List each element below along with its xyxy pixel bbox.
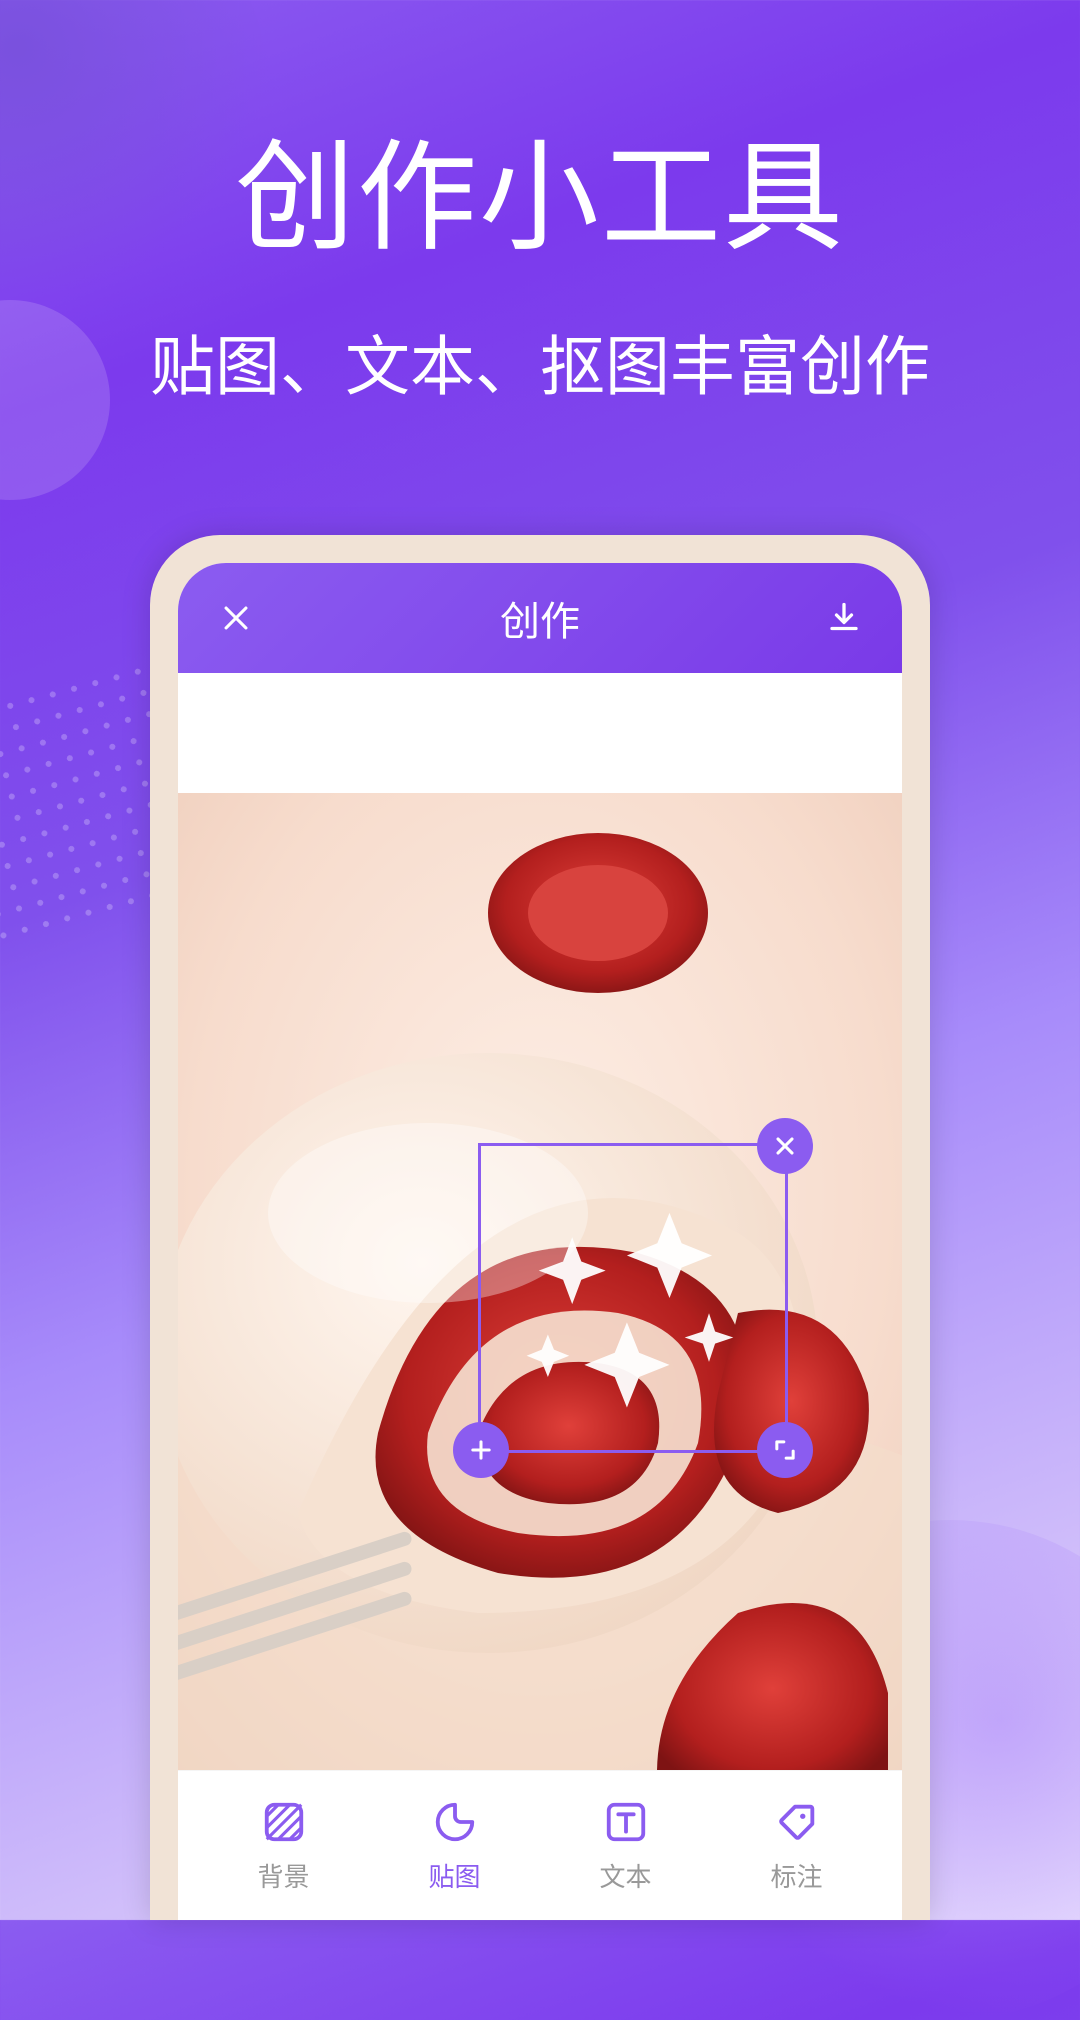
sticker-selection[interactable] <box>478 1143 788 1453</box>
marketing-header: 创作小工具 贴图、文本、抠图丰富创作 <box>0 100 1080 408</box>
selection-delete-handle[interactable] <box>757 1118 813 1174</box>
tool-label: 文本 <box>599 1857 651 1894</box>
tool-text[interactable]: 文本 <box>576 1797 676 1894</box>
tool-sticker[interactable]: 贴图 <box>405 1797 505 1894</box>
text-icon <box>601 1797 651 1847</box>
sticker-icon <box>430 1797 480 1847</box>
selection-resize-handle[interactable] <box>757 1422 813 1478</box>
status-spacer <box>178 673 902 793</box>
tool-label: 背景 <box>257 1857 309 1894</box>
download-icon <box>826 600 862 636</box>
tag-icon <box>772 1797 822 1847</box>
close-icon <box>771 1132 799 1160</box>
close-button[interactable] <box>214 596 258 640</box>
tool-annotate[interactable]: 标注 <box>747 1797 847 1894</box>
pattern-icon <box>259 1797 309 1847</box>
tool-background[interactable]: 背景 <box>234 1797 334 1894</box>
editor-toolbar: 背景 贴图 文本 标注 <box>178 1770 902 1920</box>
plus-icon <box>467 1436 495 1464</box>
tool-label: 标注 <box>770 1857 822 1894</box>
editor-canvas-wrap: 背景 贴图 文本 标注 <box>178 673 902 1920</box>
app-header: 创作 <box>178 563 902 673</box>
editor-canvas[interactable] <box>178 793 902 1770</box>
app-title: 创作 <box>500 589 580 647</box>
phone-frame: 创作 <box>150 535 930 1920</box>
page-subtitle: 贴图、文本、抠图丰富创作 <box>0 314 1080 408</box>
page-title: 创作小工具 <box>0 100 1080 274</box>
app-screen: 创作 <box>178 563 902 1920</box>
sparkle-sticker <box>481 1146 785 1450</box>
download-button[interactable] <box>822 596 866 640</box>
close-icon <box>219 601 253 635</box>
selection-add-handle[interactable] <box>453 1422 509 1478</box>
resize-icon <box>771 1436 799 1464</box>
tool-label: 贴图 <box>428 1857 480 1894</box>
